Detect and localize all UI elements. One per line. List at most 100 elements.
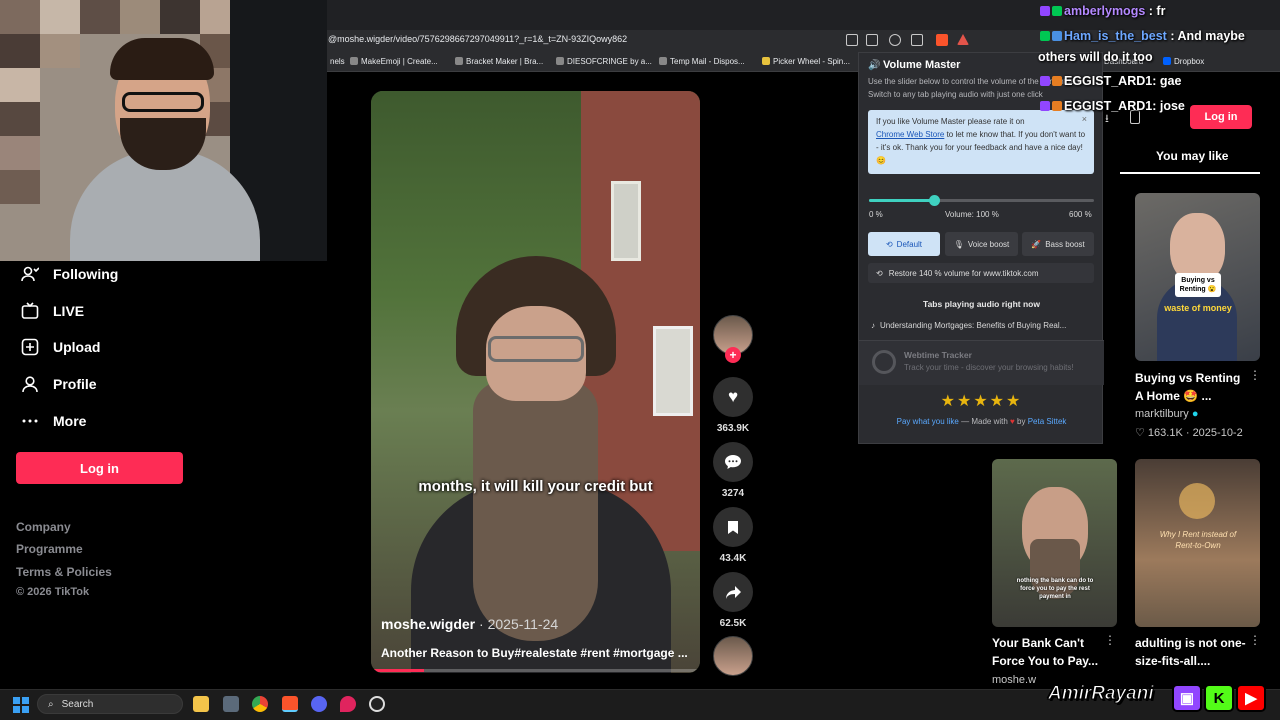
- comment-action[interactable]: 3274: [713, 442, 753, 499]
- bass-boost-button[interactable]: 🚀 Bass boost: [1022, 232, 1094, 256]
- header-login-button[interactable]: Log in: [1190, 105, 1252, 129]
- video-date: · 2025-11-24: [479, 616, 559, 632]
- footer-link-programme[interactable]: Programme: [16, 542, 83, 556]
- sidebar-item-label: More: [53, 413, 87, 429]
- video-description[interactable]: Another Reason to Buy#realestate #rent #…: [381, 646, 688, 660]
- share-icon[interactable]: [911, 34, 923, 46]
- twitch-icon: ▣: [1172, 684, 1202, 712]
- footer-link-company[interactable]: Company: [16, 520, 71, 534]
- brave-rewards-icon[interactable]: [957, 34, 969, 45]
- bookmark-item[interactable]: MakeEmoji | Create...: [350, 57, 438, 66]
- video-author[interactable]: moshe.w: [992, 674, 1036, 686]
- sidebar-item-live[interactable]: LIVE: [20, 299, 84, 323]
- rating-stars[interactable]: ★★★★★: [859, 391, 1104, 411]
- video-author[interactable]: moshe.wigder · 2025-11-24: [381, 616, 558, 632]
- more-options-icon[interactable]: ⋮: [1104, 633, 1116, 647]
- maps-pin-icon[interactable]: [340, 696, 356, 712]
- bookmark-favicon-icon: [556, 57, 564, 65]
- audio-tab-item[interactable]: ♪ Understanding Mortgages: Benefits of Bu…: [871, 321, 1096, 330]
- url-text[interactable]: @moshe.wigder/video/7576298667297049911?…: [328, 34, 627, 44]
- discord-icon[interactable]: [311, 696, 327, 712]
- sidebar-item-profile[interactable]: Profile: [20, 372, 97, 396]
- video-author[interactable]: marktilbury ●: [1135, 408, 1199, 420]
- brave-icon[interactable]: [282, 696, 298, 712]
- sidebar-item-label: Profile: [53, 376, 97, 392]
- video-title[interactable]: Buying vs Renting A Home 🤩 ...: [1135, 369, 1251, 405]
- chrome-icon[interactable]: [252, 696, 268, 712]
- video-progress-bar[interactable]: [371, 669, 700, 672]
- video-stats: ♡ 163.1K · 2025-10-2: [1135, 427, 1243, 439]
- youtube-icon: ▶: [1236, 684, 1266, 712]
- file-explorer-icon[interactable]: [193, 696, 209, 712]
- video-progress-fill: [371, 669, 424, 672]
- reader-icon[interactable]: [846, 34, 858, 46]
- comment-count: 3274: [721, 488, 745, 499]
- sidebar-item-following[interactable]: Following: [20, 262, 118, 286]
- sub-badge-icon: [1040, 6, 1050, 16]
- zoom-icon[interactable]: [889, 34, 901, 46]
- video-thumbnail[interactable]: Buying vs Renting 😮 waste of money: [1135, 193, 1260, 361]
- heart-icon[interactable]: ♥: [713, 377, 753, 417]
- sub-badge-icon: [1040, 101, 1050, 111]
- login-button[interactable]: Log in: [16, 452, 183, 484]
- share-arrow-icon[interactable]: [713, 572, 753, 612]
- calculator-icon[interactable]: [223, 696, 239, 712]
- sidebar-item-more[interactable]: More: [20, 409, 86, 433]
- volume-value: Volume: 100 %: [945, 210, 999, 219]
- bookmark-item[interactable]: DIESOFCRINGE by a...: [556, 57, 652, 66]
- bookmark-item[interactable]: nels: [330, 57, 345, 66]
- volume-slider[interactable]: [869, 199, 1094, 202]
- bookmark-item[interactable]: Picker Wheel - Spin...: [762, 57, 850, 66]
- chat-message: Ham_is_the_best : And maybe: [1040, 29, 1245, 43]
- video-username[interactable]: moshe.wigder: [381, 616, 475, 632]
- volume-slider-thumb[interactable]: [929, 195, 941, 206]
- more-options-icon[interactable]: ⋮: [1249, 633, 1261, 647]
- sidebar-item-label: LIVE: [53, 303, 85, 319]
- sidebar-item-label: Upload: [53, 339, 101, 355]
- pay-what-you-like-link[interactable]: Pay what you like: [897, 417, 959, 426]
- webtime-tracker-promo[interactable]: Webtime Tracker Track your time - discov…: [859, 341, 1104, 385]
- restore-volume-button[interactable]: ⟲ Restore 140 % volume for www.tiktok.com: [868, 263, 1094, 283]
- voice-boost-button[interactable]: 🎙 Voice boost: [945, 232, 1018, 256]
- badge-icon: [1052, 101, 1062, 111]
- default-button[interactable]: ⟲ Default: [868, 232, 940, 256]
- video-thumbnail[interactable]: nothing the bank can do to force you to …: [992, 459, 1117, 627]
- save-action[interactable]: 43.4K: [713, 507, 753, 564]
- pay-line: Pay what you like — Made with ♥ by Peta …: [896, 417, 1067, 426]
- bookmark-favicon-icon: [455, 57, 463, 65]
- more-icon: [20, 411, 40, 431]
- video-player[interactable]: months, it will kill your credit but mos…: [371, 91, 700, 673]
- brave-shield-icon[interactable]: [936, 34, 948, 46]
- more-options-icon[interactable]: ⋮: [1249, 368, 1261, 382]
- follow-plus-icon[interactable]: +: [725, 347, 741, 363]
- video-title[interactable]: Your Bank Can't Force You to Pay...: [992, 634, 1108, 670]
- taskbar-search[interactable]: ⌕ Search: [37, 694, 183, 714]
- sidebar-item-upload[interactable]: Upload: [20, 335, 100, 359]
- cast-icon[interactable]: [866, 34, 878, 46]
- chat-message: EGGIST_ARD1: jose: [1040, 99, 1185, 113]
- bookmark-item[interactable]: Dropbox: [1163, 57, 1204, 66]
- reset-icon: ⟲: [885, 239, 893, 249]
- chrome-web-store-link[interactable]: Chrome Web Store: [876, 130, 944, 139]
- video-thumbnail[interactable]: Why I Rent instead of Rent-to-Own: [1135, 459, 1260, 627]
- footer-link-terms[interactable]: Terms & Policies: [16, 565, 112, 579]
- share-action[interactable]: 62.5K: [713, 572, 753, 629]
- search-icon: ⌕: [48, 698, 54, 710]
- comment-icon[interactable]: [713, 442, 753, 482]
- bookmark-item[interactable]: Bracket Maker | Bra...: [455, 57, 543, 66]
- live-icon: [20, 301, 40, 321]
- close-icon[interactable]: ×: [1082, 113, 1087, 126]
- bookmark-icon[interactable]: [713, 507, 753, 547]
- dropbox-icon: [1163, 57, 1171, 65]
- tab-you-may-like[interactable]: You may like: [1156, 149, 1228, 163]
- like-action[interactable]: ♥ 363.9K: [713, 377, 753, 434]
- windows-start-icon[interactable]: [13, 697, 29, 713]
- bookmark-item[interactable]: Temp Mail - Dispos...: [659, 57, 745, 66]
- rocket-icon: 🚀: [1031, 239, 1042, 249]
- next-creator-avatar[interactable]: [713, 636, 753, 676]
- bookmark-favicon-icon: [762, 57, 770, 65]
- obs-icon[interactable]: [369, 696, 385, 712]
- video-title[interactable]: adulting is not one-size-fits-all....: [1135, 634, 1251, 670]
- author-link[interactable]: Peta Sittek: [1028, 417, 1067, 426]
- like-count: 363.9K: [716, 423, 750, 434]
